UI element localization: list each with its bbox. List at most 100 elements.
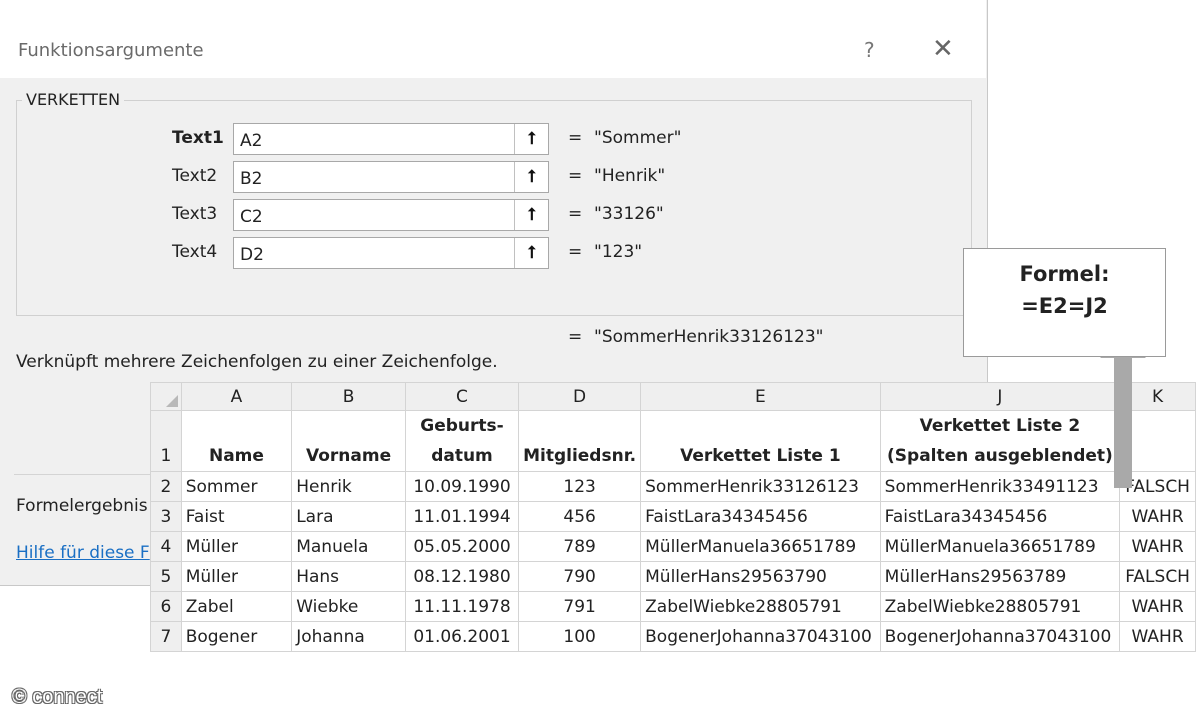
table-cell[interactable]: Hans: [291, 561, 406, 592]
table-cell[interactable]: Bogener: [180, 621, 293, 652]
close-button[interactable]: ✕: [932, 34, 954, 64]
collapse-dialog-icon[interactable]: ⭡: [514, 200, 548, 230]
table-cell[interactable]: ZabelWiebke28805791: [640, 591, 881, 622]
table-header-row: 1 Name Vorname Geburts-datum Mitgliedsnr…: [150, 410, 1196, 472]
table-cell[interactable]: 123: [518, 471, 642, 502]
argument-label: Text3: [172, 204, 218, 224]
argument-input-text3[interactable]: C2 ⭡: [233, 199, 549, 231]
help-link[interactable]: Hilfe für diese F: [16, 543, 150, 563]
table-cell[interactable]: ZabelWiebke28805791: [879, 591, 1121, 622]
table-cell[interactable]: Johanna: [291, 621, 406, 652]
table-cell[interactable]: 11.11.1978: [404, 591, 520, 622]
table-cell[interactable]: 456: [518, 501, 642, 532]
help-button[interactable]: ?: [864, 38, 875, 62]
table-cell[interactable]: BogenerJohanna37043100: [879, 621, 1121, 652]
column-header-c[interactable]: C: [404, 382, 520, 411]
table-cell[interactable]: FaistLara34345456: [640, 501, 881, 532]
header-cell[interactable]: Verkettet Liste 1: [640, 410, 881, 472]
header-line2: Verkettet Liste 1: [680, 446, 841, 466]
table-cell[interactable]: 01.06.2001: [404, 621, 520, 652]
table-row: 7 Bogener Johanna 01.06.2001 100 BogenerJohan…: [150, 621, 1196, 652]
copyright-watermark: © connect: [12, 686, 103, 708]
table-cell[interactable]: 789: [518, 531, 642, 562]
header-cell[interactable]: Verkettet Liste 2 (Spalten ausgeblendet): [879, 410, 1121, 472]
function-name: VERKETTEN: [22, 90, 125, 109]
table-row: 4 Müller Manuela 05.05.2000 789 MüllerManuela…: [150, 531, 1196, 562]
argument-input-text2[interactable]: B2 ⭡: [233, 161, 549, 193]
callout-title: Formel:: [1019, 262, 1110, 286]
header-cell[interactable]: Name: [180, 410, 293, 472]
table-cell[interactable]: WAHR: [1119, 591, 1196, 622]
table-cell[interactable]: 791: [518, 591, 642, 622]
function-description: Verknüpft mehrere Zeichenfolgen zu einer…: [16, 352, 498, 372]
argument-value: "123": [594, 242, 643, 262]
row-header[interactable]: 4: [150, 531, 182, 562]
column-header-e[interactable]: E: [640, 382, 881, 411]
table-cell[interactable]: MüllerHans29563789: [879, 561, 1121, 592]
table-cell[interactable]: Manuela: [291, 531, 406, 562]
table-cell[interactable]: FaistLara34345456: [879, 501, 1121, 532]
table-cell[interactable]: Wiebke: [291, 591, 406, 622]
callout-arrow: [1114, 356, 1132, 488]
row-header[interactable]: 3: [150, 501, 182, 532]
table-cell[interactable]: WAHR: [1119, 621, 1196, 652]
table-cell[interactable]: 08.12.1980: [404, 561, 520, 592]
table-cell[interactable]: MüllerManuela36651789: [640, 531, 881, 562]
table-cell[interactable]: FALSCH: [1119, 561, 1196, 592]
table-cell[interactable]: SommerHenrik33491123: [879, 471, 1121, 502]
table-cell[interactable]: Müller: [180, 561, 293, 592]
column-header-a[interactable]: A: [180, 382, 293, 411]
row-header[interactable]: 7: [150, 621, 182, 652]
header-cell[interactable]: Vorname: [291, 410, 406, 472]
table-cell[interactable]: 100: [518, 621, 642, 652]
table-cell[interactable]: Faist: [180, 501, 293, 532]
argument-value: "Sommer": [594, 128, 682, 148]
table-cell[interactable]: WAHR: [1119, 531, 1196, 562]
table-row: 2 Sommer Henrik 10.09.1990 123 SommerHenrik33…: [150, 471, 1196, 502]
table-row: 5 Müller Hans 08.12.1980 790 MüllerHans295637…: [150, 561, 1196, 592]
equals-sign: =: [568, 204, 583, 224]
table-row: 6 Zabel Wiebke 11.11.1978 791 ZabelWiebke2880…: [150, 591, 1196, 622]
collapse-dialog-icon[interactable]: ⭡: [514, 162, 548, 192]
table-cell[interactable]: Zabel: [180, 591, 293, 622]
table-cell[interactable]: 11.01.1994: [404, 501, 520, 532]
header-line2: datum: [431, 446, 493, 466]
column-header-b[interactable]: B: [291, 382, 406, 411]
table-cell[interactable]: Henrik: [291, 471, 406, 502]
header-line2: Name: [208, 446, 264, 466]
spreadsheet: A B C D E J K 1 Name Vorname Geburts-dat…: [150, 382, 1196, 664]
row-header[interactable]: 2: [150, 471, 182, 502]
table-cell[interactable]: 05.05.2000: [404, 531, 520, 562]
argument-input-value: C2: [240, 207, 263, 227]
table-cell[interactable]: SommerHenrik33126123: [640, 471, 881, 502]
equals-sign: =: [568, 242, 583, 262]
column-header-j[interactable]: J: [879, 382, 1121, 411]
argument-row-text1: Text1 A2 ⭡ = "Sommer": [0, 123, 700, 155]
row-header[interactable]: 6: [150, 591, 182, 622]
table-cell[interactable]: MüllerManuela36651789: [879, 531, 1121, 562]
dialog-titlebar: Funktionsargumente ? ✕: [0, 0, 986, 78]
row-header[interactable]: 5: [150, 561, 182, 592]
row-header[interactable]: 1: [150, 410, 182, 472]
select-all-corner[interactable]: [150, 382, 182, 411]
header-cell[interactable]: Geburts-datum: [404, 410, 520, 472]
argument-label: Text4: [172, 242, 218, 262]
table-cell[interactable]: Sommer: [180, 471, 293, 502]
argument-input-value: D2: [240, 245, 264, 265]
equals-sign: =: [568, 166, 583, 186]
table-cell[interactable]: WAHR: [1119, 501, 1196, 532]
collapse-dialog-icon[interactable]: ⭡: [514, 124, 548, 154]
table-cell[interactable]: Lara: [291, 501, 406, 532]
collapse-dialog-icon[interactable]: ⭡: [514, 238, 548, 268]
argument-input-text1[interactable]: A2 ⭡: [233, 123, 549, 155]
table-cell[interactable]: MüllerHans29563790: [640, 561, 881, 592]
argument-input-text4[interactable]: D2 ⭡: [233, 237, 549, 269]
table-cell[interactable]: Müller: [180, 531, 293, 562]
header-cell[interactable]: Mitgliedsnr.: [518, 410, 642, 472]
table-cell[interactable]: 790: [518, 561, 642, 592]
table-cell[interactable]: 10.09.1990: [404, 471, 520, 502]
argument-value: "33126": [594, 204, 664, 224]
table-cell[interactable]: BogenerJohanna37043100: [640, 621, 881, 652]
header-line2: (Spalten ausgeblendet): [887, 446, 1113, 466]
column-header-d[interactable]: D: [518, 382, 642, 411]
